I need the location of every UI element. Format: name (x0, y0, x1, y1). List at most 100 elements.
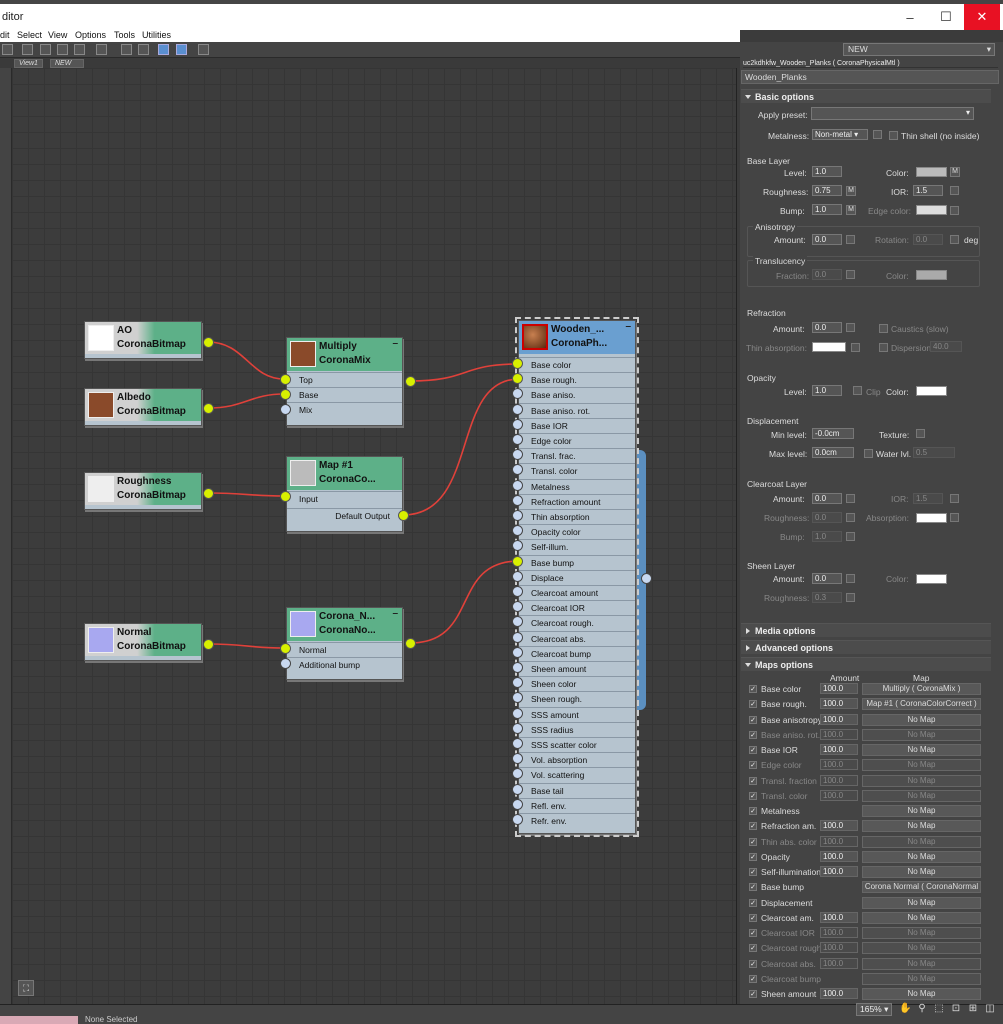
metalness-dropdown[interactable]: Non-metal ▾ (812, 129, 868, 140)
map-amount-spinner[interactable]: 100.0 (820, 957, 858, 969)
menu-edit[interactable]: dit (0, 30, 10, 40)
aniso-map-button[interactable] (846, 235, 855, 244)
node-multiply[interactable]: Multiply CoronaMix – Top Base Mix (286, 337, 403, 426)
output-socket[interactable] (203, 639, 214, 650)
absorption-map-button[interactable] (950, 513, 959, 522)
material-input-socket[interactable] (512, 434, 523, 445)
map-amount-spinner[interactable]: 100.0 (820, 698, 858, 710)
section-basic-options[interactable]: Basic options (741, 89, 991, 103)
map-amount-spinner[interactable]: 100.0 (820, 789, 858, 801)
absorption-swatch[interactable] (916, 513, 947, 523)
map-enable-checkbox[interactable]: ✓ (749, 761, 757, 770)
map-amount-spinner[interactable]: 100.0 (820, 774, 858, 786)
fraction-map-button[interactable] (846, 270, 855, 279)
map-amount-spinner[interactable]: 100.0 (820, 866, 858, 877)
water-level-checkbox[interactable] (864, 449, 873, 458)
map-slot-button[interactable]: No Map (862, 927, 981, 939)
output-socket[interactable] (203, 337, 214, 348)
material-input-socket[interactable] (512, 570, 523, 582)
select-tool-icon[interactable] (158, 44, 169, 55)
map-slot-button[interactable]: No Map (862, 835, 981, 848)
map-enable-checkbox[interactable]: ✓ (749, 776, 757, 785)
grid-icon[interactable] (198, 44, 209, 55)
input-socket-additional-bump[interactable] (280, 658, 291, 669)
tab-view1[interactable]: View1 (14, 59, 43, 68)
roughness-map-button[interactable]: M (846, 186, 856, 196)
collapse-icon[interactable]: – (392, 608, 398, 619)
map-enable-checkbox[interactable]: ✓ (749, 700, 757, 709)
material-input-socket[interactable] (512, 358, 523, 369)
map-amount-spinner[interactable]: 100.0 (820, 988, 858, 999)
fraction-spinner[interactable]: 0.0 (812, 269, 842, 280)
input-socket-top[interactable] (280, 374, 291, 385)
node-material[interactable]: Wooden_... CoronaPh... – Base color Base … (515, 317, 639, 837)
material-input-socket[interactable] (512, 738, 523, 749)
map-slot-button[interactable]: No Map (862, 744, 981, 756)
hide-icon[interactable] (57, 44, 68, 55)
thin-absorption-swatch[interactable] (812, 342, 846, 352)
map-amount-spinner[interactable]: 100.0 (820, 744, 858, 755)
ior-map-button[interactable] (950, 186, 959, 195)
map-amount-spinner[interactable]: 100.0 (820, 683, 858, 694)
material-output-socket[interactable] (641, 573, 652, 584)
map-amount-spinner[interactable]: 100.0 (820, 820, 858, 832)
refr-amount-spinner[interactable]: 0.0 (812, 322, 842, 333)
edge-color-map-button[interactable] (950, 206, 959, 215)
cc-bump-map-button[interactable] (846, 532, 855, 541)
map-slot-button[interactable]: Corona Normal ( CoronaNormal (862, 881, 981, 894)
output-socket[interactable] (405, 376, 416, 387)
frame-icon[interactable]: ⊞ (967, 1003, 979, 1016)
view-dropdown[interactable]: NEW ▾ (843, 43, 995, 56)
output-socket[interactable] (398, 510, 409, 521)
sheen-amount-map-button[interactable] (846, 574, 855, 583)
menu-options[interactable]: Options (75, 30, 106, 40)
base-color-swatch[interactable] (916, 167, 947, 177)
menu-tools[interactable]: Tools (114, 30, 135, 40)
input-socket-input[interactable] (280, 491, 291, 502)
rotation-spinner[interactable]: 0.0 (913, 234, 943, 245)
material-name-field[interactable]: Wooden_Planks (741, 70, 999, 84)
move-children-icon[interactable] (40, 44, 51, 55)
map-slot-button[interactable]: No Map (862, 728, 981, 741)
tab-new[interactable]: NEW (50, 59, 84, 68)
output-socket[interactable] (405, 638, 416, 649)
sheen-amount-spinner[interactable]: 0.0 (812, 573, 842, 584)
map-enable-checkbox[interactable]: ✓ (749, 883, 757, 892)
map-slot-button[interactable]: No Map (862, 774, 981, 787)
sheen-roughness-spinner[interactable]: 0.3 (812, 592, 842, 603)
min-level-spinner[interactable]: -0.0cm (812, 428, 854, 439)
collapse-icon[interactable]: – (625, 321, 631, 332)
roughness-spinner[interactable]: 0.75 (812, 185, 842, 196)
map-slot-button[interactable]: Map #1 ( CoronaColorCorrect ) (862, 698, 981, 711)
opacity-color-swatch[interactable] (916, 386, 947, 396)
hand-icon[interactable]: ✋ (899, 1003, 911, 1016)
map-enable-checkbox[interactable]: ✓ (749, 791, 757, 800)
material-input-socket[interactable] (512, 722, 523, 734)
rotation-map-button[interactable] (950, 235, 959, 244)
cc-amount-map-button[interactable] (846, 494, 855, 503)
refr-map-button[interactable] (846, 323, 855, 332)
material-input-socket[interactable] (512, 510, 523, 521)
input-socket-normal[interactable] (280, 643, 291, 654)
map-slot-button[interactable]: No Map (862, 988, 981, 1000)
sheen-color-swatch[interactable] (916, 574, 947, 584)
section-media-options[interactable]: Media options (741, 623, 991, 637)
output-socket[interactable] (203, 488, 214, 499)
map-slot-button[interactable]: No Map (862, 713, 981, 726)
zoom-extents-icon[interactable]: ⊡ (950, 1003, 962, 1016)
material-input-socket[interactable] (512, 586, 523, 597)
map-enable-checkbox[interactable]: ✓ (749, 685, 757, 693)
map-enable-checkbox[interactable]: ✓ (749, 730, 757, 739)
material-input-socket[interactable] (512, 707, 523, 719)
map-enable-checkbox[interactable]: ✓ (749, 837, 757, 846)
cc-amount-spinner[interactable]: 0.0 (812, 493, 842, 504)
map-amount-spinner[interactable]: 100.0 (820, 911, 858, 923)
layout-icon[interactable] (22, 44, 33, 55)
aniso-amount-spinner[interactable]: 0.0 (812, 234, 842, 245)
sheen-roughness-map-button[interactable] (846, 593, 855, 602)
map-slot-button[interactable]: No Map (862, 850, 981, 863)
dispersion-checkbox[interactable] (879, 343, 888, 352)
caustics-checkbox[interactable] (879, 324, 888, 333)
material-input-socket[interactable] (512, 798, 523, 810)
material-input-socket[interactable] (512, 662, 523, 673)
